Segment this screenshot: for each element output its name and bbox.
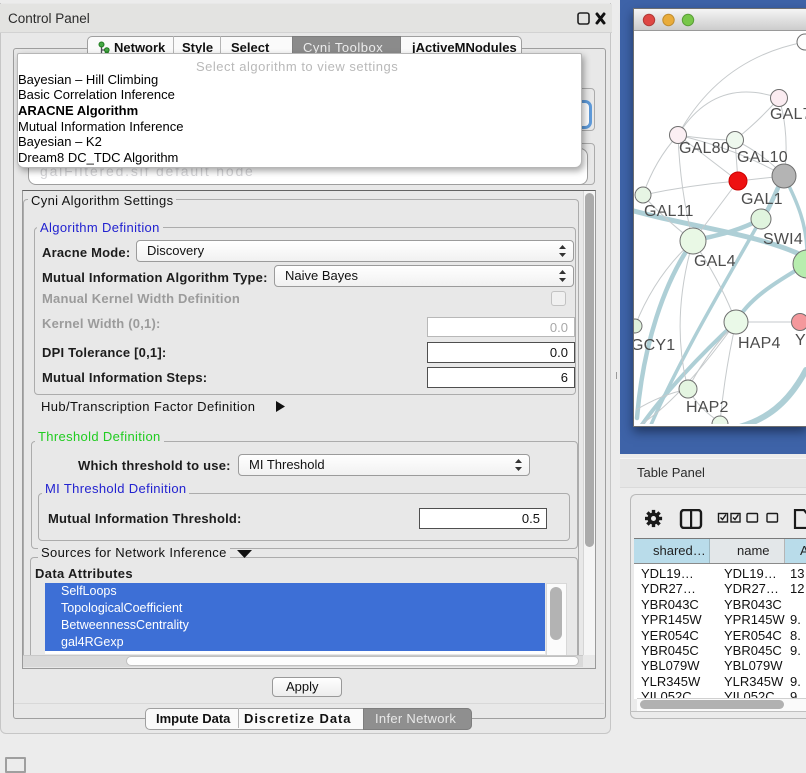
svg-text:GAL80: GAL80: [679, 140, 730, 157]
svg-text:GAL10: GAL10: [737, 149, 788, 166]
svg-text:GAL4: GAL4: [694, 253, 736, 270]
svg-text:GAL11: GAL11: [644, 203, 694, 220]
svg-text:GAL1: GAL1: [741, 191, 783, 208]
svg-text:HAP2: HAP2: [686, 399, 729, 416]
svg-text:HAP4: HAP4: [738, 335, 781, 352]
svg-text:YEL: YEL: [795, 332, 806, 349]
svg-text:GAL7: GAL7: [770, 106, 806, 123]
svg-text:SWI4: SWI4: [763, 231, 803, 248]
svg-text:GCY1: GCY1: [634, 337, 675, 354]
